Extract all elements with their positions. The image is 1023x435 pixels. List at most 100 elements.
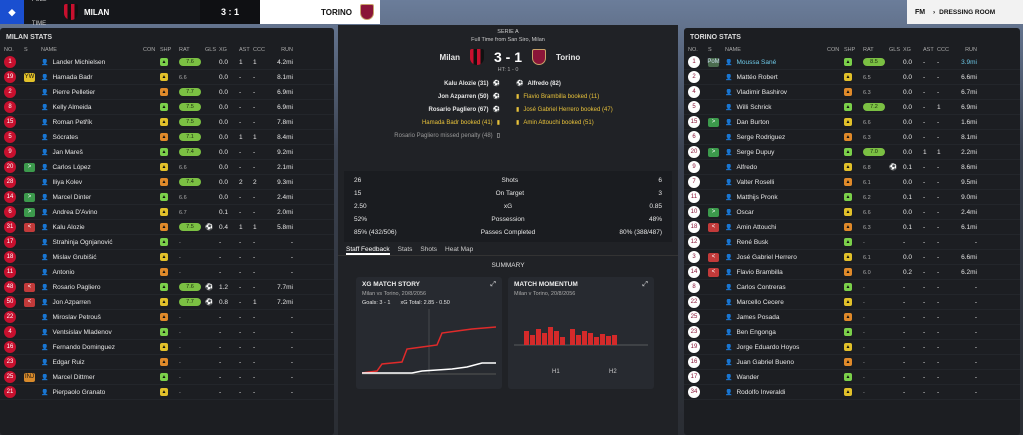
col-no[interactable]: NO. [688,47,708,53]
match-event[interactable]: Kalu Alozie (31) ⚽ [346,77,500,90]
player-row[interactable]: 9 👤 Alfredo ▲ 6.8 ⚽ 0.1 - - 8.6mi [684,160,1020,175]
player-name[interactable]: Valter Roselli [736,179,774,186]
player-row[interactable]: 22 👤 Marcello Cecere ▲ - - - - - [684,295,1020,310]
player-name[interactable]: Wander [736,374,759,381]
col-rat[interactable]: RAT [863,47,889,53]
col-run[interactable]: RUN [269,47,293,53]
player-name[interactable]: Hamada Badr [52,74,92,81]
player-row[interactable]: 1 PoM 👤 Moussa Sané ▲ 8.5 0.0 - - 3.9mi [684,55,1020,70]
home-team-header[interactable]: MILAN [64,4,109,20]
player-name[interactable]: Fernando Dominguez [52,344,115,351]
player-row[interactable]: 25 INJ 👤 Marcel Dittmer ▲ - - - - - [0,370,334,385]
player-name[interactable]: Andrea D'Avino [52,209,97,216]
player-row[interactable]: 15 > 👤 Dan Burton ▲ 6.6 0.0 - - 1.6mi [684,115,1020,130]
player-row[interactable]: 18 👤 Mislav Grubišić ▲ - - - - - [0,250,334,265]
player-row[interactable]: 6 👤 Serge Rodriguez ▲ 6.3 0.0 - - 8.1mi [684,130,1020,145]
player-row[interactable]: 3 < 👤 José Gabriel Herrero ▲ 6.1 0.0 - - 6.6mi [684,250,1020,265]
player-row[interactable]: 34 👤 Rodolfo Inveraldi ▲ - - - - - [684,385,1020,400]
player-row[interactable]: 23 👤 Ben Engonga ▲ - - - - - [684,325,1020,340]
player-row[interactable]: 4 👤 Ventsislav Mladenov ▲ - - - - - [0,325,334,340]
player-name[interactable]: Amin Attouchi [736,224,776,231]
match-momentum-card[interactable]: MATCH MOMENTUM ⤢ Milan v Torino, 20/8/20… [508,277,654,389]
player-row[interactable]: 31 < 👤 Kalu Alozie ▲ 7.5 ⚽ 0.4 1 1 5.8mi [0,220,334,235]
match-event[interactable]: ⚽ Alfredo (82) [516,77,670,90]
player-name[interactable]: Carlos López [52,164,90,171]
center-home-team[interactable]: Milan [400,53,460,62]
player-row[interactable]: 5 👤 Willi Schrick ▲ 7.2 0.0 - 1 6.9mi [684,100,1020,115]
player-name[interactable]: Pierpaolo Granato [52,389,105,396]
player-name[interactable]: Marcello Cecere [736,299,783,306]
player-row[interactable]: 20 > 👤 Carlos López ▲ 6.6 0.0 - - 2.1mi [0,160,334,175]
player-name[interactable]: Vladimir Bashirov [736,89,787,96]
away-team-header[interactable]: TORINO [260,0,380,24]
player-name[interactable]: Dan Burton [736,119,769,126]
player-name[interactable]: Ventsislav Mladenov [52,329,111,336]
player-row[interactable]: 14 < 👤 Flavio Brambilla ▲ 6.0 0.2 - - 6.2mi [684,265,1020,280]
col-ccc[interactable]: CCC [937,47,953,53]
center-away-team[interactable]: Torino [556,53,616,62]
col-shp[interactable]: SHP [160,47,179,53]
player-name[interactable]: Jon Azparren [52,299,90,306]
player-row[interactable]: 10 > 👤 Óscar ▲ 6.6 0.0 - - 2.4mi [684,205,1020,220]
tab-stats[interactable]: Stats [398,246,413,255]
player-row[interactable]: 14 > 👤 Marcel Dinter ▲ 6.6 0.0 - - 2.4mi [0,190,334,205]
tab-heat-map[interactable]: Heat Map [445,246,473,255]
match-event[interactable]: Rosario Pagliero (67) ⚽ [346,103,500,116]
col-con[interactable]: CON [827,47,844,53]
tab-staff-feedback[interactable]: Staff Feedback [346,246,390,255]
player-name[interactable]: Ben Engonga [736,329,775,336]
player-row[interactable]: 2 👤 Pierre Pelletier ▲ 7.7 0.0 - - 6.9mi [0,85,334,100]
col-ast[interactable]: AST [923,47,937,53]
player-row[interactable]: 9 👤 Jan Mareš ▲ 7.4 0.0 - - 9.2mi [0,145,334,160]
player-row[interactable]: 18 < 👤 Amin Attouchi ▲ 6.3 0.1 - - 6.1mi [684,220,1020,235]
player-name[interactable]: Kalu Alozie [52,224,84,231]
col-s[interactable]: S [24,47,41,53]
player-row[interactable]: 28 👤 Iliya Kolev ▲ 7.4 0.0 2 2 9.3mi [0,175,334,190]
player-name[interactable]: Rodolfo Inveraldi [736,389,785,396]
expand-icon[interactable]: ⤢ [490,281,496,289]
player-name[interactable]: Mattéo Robert [736,74,777,81]
player-name[interactable]: Juan Gabriel Bueno [736,359,793,366]
player-name[interactable]: Willi Schrick [736,104,771,111]
player-row[interactable]: 17 👤 Wander ▲ - - - - - [684,370,1020,385]
player-name[interactable]: Mislav Grubišić [52,254,96,261]
player-name[interactable]: Jan Mareš [52,149,82,156]
player-row[interactable]: 16 👤 Juan Gabriel Bueno ▲ - - - - - [684,355,1020,370]
player-name[interactable]: Strahinja Ognjanović [52,239,112,246]
col-name[interactable]: NAME [41,47,143,53]
player-name[interactable]: Lander Michielsen [52,59,105,66]
player-row[interactable]: 17 👤 Strahinja Ognjanović ▲ - - - - - [0,235,334,250]
col-con[interactable]: CON [143,47,160,53]
match-event[interactable]: ▮ José Gabriel Herrero booked (47) [516,103,670,116]
player-row[interactable]: 19 👤 Jorge Eduardo Hoyos ▲ - - - - - [684,340,1020,355]
player-row[interactable]: 5 👤 Sócrates ▲ 7.1 0.0 1 1 8.4mi [0,130,334,145]
player-row[interactable]: 50 < 👤 Jon Azparren ▲ 7.7 ⚽ 0.8 - 1 7.2mi [0,295,334,310]
player-row[interactable]: 11 👤 Matthijs Pronk ▲ 6.2 0.1 - - 9.0mi [684,190,1020,205]
player-name[interactable]: Antonio [52,269,74,276]
player-name[interactable]: José Gabriel Herrero [736,254,796,261]
tab-shots[interactable]: Shots [420,246,437,255]
player-name[interactable]: Matthijs Pronk [736,194,777,201]
player-name[interactable]: Óscar [736,209,753,216]
col-no[interactable]: NO. [4,47,24,53]
col-xg[interactable]: XG [219,47,239,53]
player-name[interactable]: James Posada [736,314,779,321]
player-name[interactable]: Rosario Pagliero [52,284,100,291]
player-row[interactable]: 11 👤 Antonio ▲ - - - - - [0,265,334,280]
col-rat[interactable]: RAT [179,47,205,53]
xg-match-story-card[interactable]: XG MATCH STORY ⤢ Milan vs Torino, 20/8/2… [356,277,502,389]
dressing-room-button[interactable]: FM › DRESSING ROOM [907,0,1023,24]
player-row[interactable]: 6 > 👤 Andrea D'Avino ▲ 6.7 0.1 - - 2.0mi [0,205,334,220]
player-row[interactable]: 19 YW 👤 Hamada Badr ▲ 6.6 0.0 - - 8.1mi [0,70,334,85]
col-ccc[interactable]: CCC [253,47,269,53]
expand-icon[interactable]: ⤢ [642,281,648,289]
col-s[interactable]: S [708,47,725,53]
match-event[interactable]: Hamada Badr booked (41) ▮ [346,116,500,129]
player-name[interactable]: Marcel Dinter [52,194,91,201]
col-run[interactable]: RUN [953,47,977,53]
player-name[interactable]: Moussa Sané [736,59,776,66]
player-row[interactable]: 23 👤 Edgar Ruiz ▲ - - - - - [0,355,334,370]
player-name[interactable]: Jorge Eduardo Hoyos [736,344,799,351]
player-row[interactable]: 48 < 👤 Rosario Pagliero ▲ 7.6 ⚽ 1.2 - - 7.7mi [0,280,334,295]
player-row[interactable]: 12 👤 René Busk ▲ - - - - - [684,235,1020,250]
